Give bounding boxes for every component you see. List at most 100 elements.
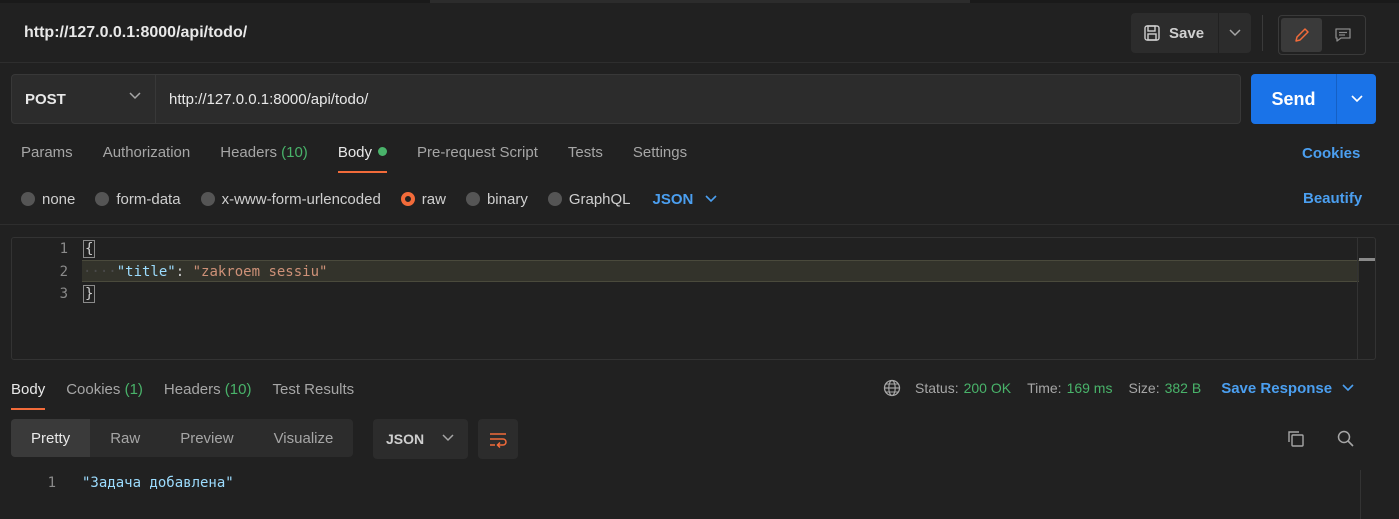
editor-scrollbar[interactable]	[1357, 238, 1375, 359]
section-divider	[0, 224, 1399, 225]
request-body-editor[interactable]: 1 2 3 { ····"title": "zakroem sessiu" }	[11, 237, 1376, 360]
response-meta: Status: 200 OK Time: 169 ms Size: 382 B …	[883, 379, 1354, 397]
view-visualize-button[interactable]: Visualize	[254, 419, 354, 457]
radio-circle	[95, 192, 110, 206]
radio-binary[interactable]: binary	[465, 190, 528, 208]
response-cookies-count: (1)	[124, 381, 143, 398]
radio-urlencoded[interactable]: x-www-form-urlencoded	[200, 190, 381, 208]
tab-headers[interactable]: Headers (10)	[220, 144, 308, 173]
send-options-button[interactable]	[1337, 74, 1376, 124]
response-cookies-label: Cookies	[66, 381, 121, 398]
body-language-value: JSON	[652, 190, 694, 208]
radio-form-data-label: form-data	[116, 190, 181, 208]
beautify-link[interactable]: Beautify	[1303, 190, 1362, 207]
radio-circle	[21, 192, 35, 206]
edit-mode-button[interactable]	[1281, 18, 1322, 52]
radio-raw-label: raw	[421, 190, 446, 208]
close-brace: }	[83, 285, 96, 303]
response-scrollbar[interactable]	[1360, 470, 1361, 519]
response-tabs: Body Cookies (1) Headers (10) Test Resul…	[11, 381, 375, 410]
save-icon	[1144, 25, 1160, 41]
response-view-toggle: Pretty Raw Preview Visualize	[11, 419, 354, 457]
size-label: Size:	[1128, 380, 1160, 396]
radio-binary-label: binary	[486, 190, 528, 208]
chevron-down-icon	[129, 92, 141, 100]
line-number: 1	[47, 475, 56, 491]
wrap-lines-icon	[490, 433, 507, 448]
response-tab-headers[interactable]: Headers (10)	[164, 381, 252, 410]
tab-body-label: Body	[337, 144, 373, 161]
tab-headers-label: Headers	[220, 144, 277, 161]
body-type-radios: none form-data x-www-form-urlencoded raw…	[21, 189, 717, 209]
wrap-lines-button[interactable]	[478, 419, 518, 459]
code-line: }	[83, 285, 96, 303]
chevron-down-icon	[705, 195, 717, 203]
tab-tests[interactable]: Tests	[568, 144, 603, 173]
copy-button[interactable]	[1285, 428, 1307, 450]
copy-icon	[1288, 431, 1304, 447]
time-label: Time:	[1027, 380, 1062, 396]
status-value[interactable]: 200 OK	[964, 380, 1011, 396]
search-icon	[1337, 430, 1354, 447]
comment-mode-button[interactable]	[1322, 18, 1363, 52]
body-indicator-dot	[378, 147, 388, 156]
save-options-button[interactable]	[1219, 13, 1251, 53]
radio-none[interactable]: none	[21, 191, 75, 208]
radio-form-data[interactable]: form-data	[95, 190, 181, 208]
line-number: 3	[59, 286, 68, 302]
line-number: 1	[59, 241, 68, 257]
request-title[interactable]: http://127.0.0.1:8000/api/todo/	[24, 24, 247, 42]
save-response-button[interactable]: Save Response	[1221, 380, 1354, 397]
response-tab-test-results[interactable]: Test Results	[272, 381, 354, 410]
radio-raw[interactable]: raw	[400, 190, 446, 208]
chevron-down-icon	[1342, 384, 1354, 392]
view-pretty-button[interactable]: Pretty	[11, 419, 91, 457]
mode-toggle	[1278, 15, 1366, 55]
search-button[interactable]	[1335, 428, 1357, 450]
chevron-down-icon	[442, 434, 454, 442]
send-button[interactable]: Send	[1251, 74, 1337, 124]
body-language-select[interactable]: JSON	[653, 191, 718, 208]
request-tabs: Params Authorization Headers (10) Body P…	[21, 144, 717, 173]
response-format-select[interactable]: JSON	[373, 419, 468, 459]
code-line: {	[83, 240, 96, 258]
radio-circle	[200, 192, 215, 206]
time-value[interactable]: 169 ms	[1067, 380, 1113, 396]
method-value: POST	[25, 90, 66, 108]
radio-urlencoded-label: x-www-form-urlencoded	[221, 190, 381, 208]
size-value[interactable]: 382 B	[1165, 380, 1202, 396]
header-divider	[1262, 15, 1263, 51]
tab-body[interactable]: Body	[337, 144, 388, 173]
response-tab-cookies[interactable]: Cookies (1)	[66, 381, 143, 410]
chevron-down-icon	[1229, 29, 1241, 37]
response-body-viewer[interactable]: 1 "Задача добавлена"	[0, 470, 1399, 519]
response-headers-label: Headers	[163, 381, 221, 398]
pencil-icon	[1294, 28, 1309, 42]
json-value: "zakroem sessiu"	[192, 264, 328, 280]
tab-settings[interactable]: Settings	[633, 144, 687, 173]
response-format-value: JSON	[386, 431, 425, 447]
radio-circle	[547, 192, 562, 206]
response-tab-body[interactable]: Body	[11, 381, 46, 410]
url-input[interactable]	[156, 74, 1241, 124]
open-brace: {	[83, 240, 96, 258]
save-button[interactable]: Save	[1131, 13, 1220, 53]
tab-authorization[interactable]: Authorization	[103, 144, 191, 173]
save-response-label: Save Response	[1221, 379, 1333, 397]
view-raw-button[interactable]: Raw	[90, 419, 160, 457]
scrollbar-thumb[interactable]	[1359, 258, 1375, 261]
code-line: ····"title": "zakroem sessiu"	[83, 264, 327, 280]
indent-whitespace: ····	[83, 264, 117, 280]
view-preview-button[interactable]: Preview	[160, 419, 253, 457]
radio-graphql[interactable]: GraphQL	[547, 191, 631, 208]
json-colon: :	[175, 264, 193, 280]
tab-pre-request-script[interactable]: Pre-request Script	[417, 144, 538, 173]
cookies-link[interactable]: Cookies	[1302, 145, 1360, 162]
comment-icon	[1334, 28, 1351, 42]
method-select[interactable]: POST	[11, 74, 156, 124]
tab-params[interactable]: Params	[21, 144, 73, 173]
globe-icon[interactable]	[883, 379, 901, 397]
line-number: 2	[59, 264, 68, 280]
response-headers-count: (10)	[224, 381, 252, 398]
save-button-group: Save	[1131, 13, 1252, 53]
